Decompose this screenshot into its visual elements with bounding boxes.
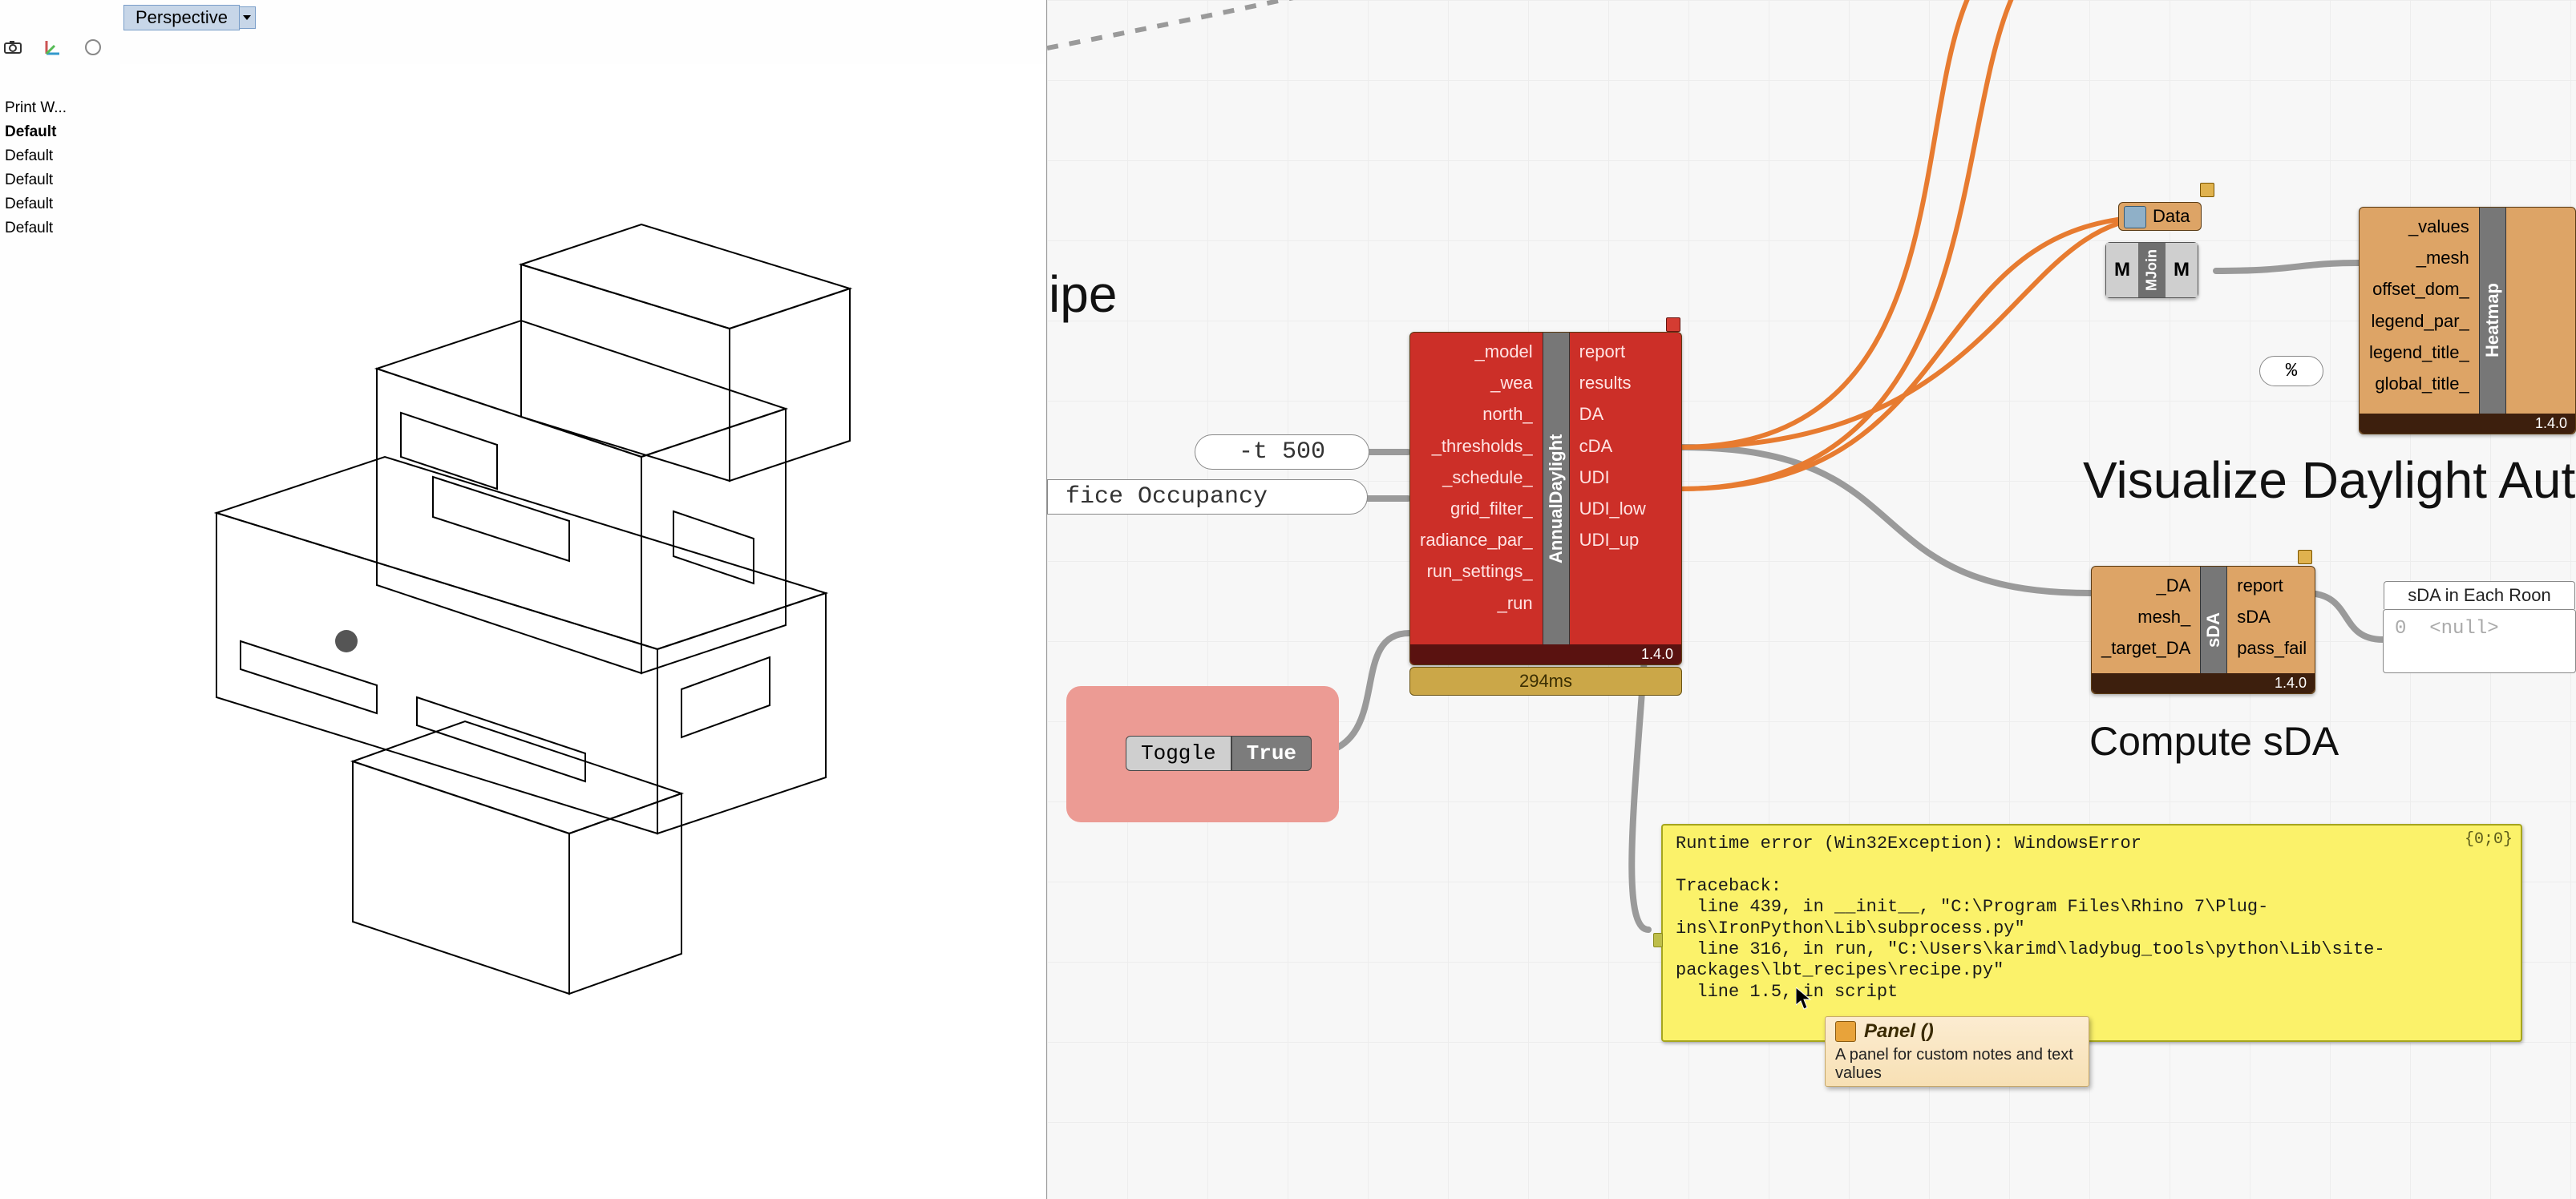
port-output[interactable]: pass_fail	[2234, 632, 2310, 664]
camera-target-icon	[335, 630, 358, 652]
mjoin-right[interactable]: M	[2166, 243, 2198, 297]
node-version-badge: 1.4.0	[1410, 644, 1681, 664]
scribble-visualize: Visualize Daylight Autor	[2083, 450, 2576, 510]
panel-path-tag: {0;0}	[2465, 830, 2513, 849]
named-view-item[interactable]: Print W...	[5, 96, 77, 120]
port-input[interactable]: legend_title_	[2366, 337, 2473, 368]
port-input[interactable]: global_title_	[2366, 368, 2473, 399]
timer-strip: 294ms	[1409, 667, 1682, 696]
error-balloon-icon[interactable]	[1666, 317, 1680, 332]
port-output[interactable]: report	[1576, 336, 1649, 367]
port-input[interactable]: _model	[1417, 336, 1536, 367]
warning-balloon-icon[interactable]	[2200, 183, 2214, 197]
node-title: Heatmap	[2479, 208, 2506, 434]
port-input[interactable]: run_settings_	[1417, 555, 1536, 587]
data-icon	[2124, 206, 2146, 228]
tooltip-title: Panel ()	[1864, 1020, 1934, 1043]
port-output[interactable]: results	[1576, 367, 1649, 398]
port-output[interactable]: report	[2234, 570, 2310, 601]
node-version-badge: 1.4.0	[2360, 414, 2575, 434]
text-panel-sda-output[interactable]: sDA in Each Roon 0 <null>	[2383, 609, 2576, 673]
viewport-toolbar	[0, 32, 123, 63]
port-input[interactable]: _thresholds_	[1417, 430, 1536, 462]
port-input[interactable]: mesh_	[2098, 601, 2194, 632]
node-version-badge: 1.4.0	[2092, 673, 2315, 693]
scribble-recipe: ipe	[1049, 264, 1117, 324]
component-annual-daylight[interactable]: _model _wea north_ _thresholds_ _schedul…	[1409, 332, 1682, 665]
wireframe-model	[120, 64, 1042, 1186]
port-output[interactable]: DA	[1576, 398, 1649, 430]
component-heatmap[interactable]: _values _mesh offset_dom_ legend_par_ le…	[2359, 207, 2576, 434]
boolean-toggle[interactable]: Toggle True	[1126, 736, 1312, 771]
viewport-tab-bar: Perspective	[123, 5, 256, 30]
node-title: AnnualDaylight	[1543, 333, 1570, 664]
port-output[interactable]: UDI_up	[1576, 524, 1649, 555]
port-input[interactable]: _schedule_	[1417, 462, 1536, 493]
port-input[interactable]: north_	[1417, 398, 1536, 430]
named-view-item[interactable]: Default	[5, 216, 77, 240]
port-output[interactable]: cDA	[1576, 430, 1649, 462]
text-panel-header: sDA in Each Roon	[2384, 581, 2575, 609]
axis-icon[interactable]	[43, 38, 63, 57]
node-outputs: report results DA cDA UDI UDI_low UDI_up	[1570, 333, 1656, 664]
lock-icon[interactable]	[83, 38, 103, 57]
named-view-item[interactable]: Default	[5, 120, 77, 144]
named-view-item[interactable]: Default	[5, 168, 77, 192]
panel-value: <null>	[2429, 618, 2498, 640]
tooltip-description: A panel for custom notes and text values	[1835, 1046, 2079, 1083]
port-input[interactable]: _run	[1417, 587, 1536, 619]
port-output[interactable]: UDI_low	[1576, 493, 1649, 524]
grasshopper-canvas[interactable]: ipe Visualize Daylight Autor Compute sDA…	[1047, 0, 2576, 1199]
port-output[interactable]: sDA	[2234, 601, 2310, 632]
panel-input-grip-icon[interactable]	[1653, 933, 1663, 947]
camera-icon[interactable]	[3, 38, 22, 57]
viewport-tab-perspective[interactable]: Perspective	[123, 5, 240, 30]
named-view-item[interactable]: Default	[5, 144, 77, 168]
param-data[interactable]: Data	[2118, 202, 2202, 231]
port-input[interactable]: _mesh	[2366, 242, 2473, 273]
port-input[interactable]: grid_filter_	[1417, 493, 1536, 524]
port-input[interactable]: _DA	[2098, 570, 2194, 601]
port-input[interactable]: offset_dom_	[2366, 273, 2473, 305]
text-panel-t500[interactable]: -t 500	[1195, 434, 1369, 470]
component-sda[interactable]: _DA mesh_ _target_DA sDA report sDA pass…	[2091, 566, 2315, 694]
mjoin-title: MJoin	[2138, 243, 2166, 297]
rhino-viewport: Perspective Print W... Default Default D…	[0, 0, 1047, 1199]
port-input[interactable]: _target_DA	[2098, 632, 2194, 664]
tooltip-panel: Panel () A panel for custom notes and te…	[1825, 1016, 2089, 1087]
port-input[interactable]: radiance_par_	[1417, 524, 1536, 555]
toggle-state[interactable]: True	[1231, 736, 1312, 771]
port-input[interactable]: legend_par_	[2366, 305, 2473, 337]
port-input[interactable]: _wea	[1417, 367, 1536, 398]
viewport-tab-dropdown-icon[interactable]	[240, 6, 256, 29]
scribble-compute-sda: Compute sDA	[2089, 718, 2339, 765]
port-output[interactable]: UDI	[1576, 462, 1649, 493]
warning-balloon-icon[interactable]	[2298, 550, 2312, 564]
text-panel-occupancy[interactable]: fice Occupancy	[1047, 479, 1368, 515]
node-inputs: _model _wea north_ _thresholds_ _schedul…	[1410, 333, 1543, 664]
percent-capsule[interactable]: %	[2259, 356, 2323, 386]
param-data-label: Data	[2153, 206, 2190, 227]
named-view-item[interactable]: Default	[5, 192, 77, 216]
port-input[interactable]: _values	[2366, 211, 2473, 242]
viewport-3d[interactable]	[120, 64, 1045, 1197]
component-mjoin[interactable]: M MJoin M	[2105, 242, 2198, 298]
toggle-label: Toggle	[1126, 736, 1231, 771]
node-inputs: _values _mesh offset_dom_ legend_par_ le…	[2360, 208, 2479, 434]
text-panel-error[interactable]: {0;0} Runtime error (Win32Exception): Wi…	[1661, 824, 2522, 1042]
panel-index: 0	[2395, 618, 2406, 640]
panel-icon	[1835, 1021, 1856, 1042]
mjoin-left[interactable]: M	[2106, 243, 2138, 297]
named-views-list: Print W... Default Default Default Defau…	[5, 96, 77, 240]
panel-text: Runtime error (Win32Exception): WindowsE…	[1676, 834, 2508, 1003]
